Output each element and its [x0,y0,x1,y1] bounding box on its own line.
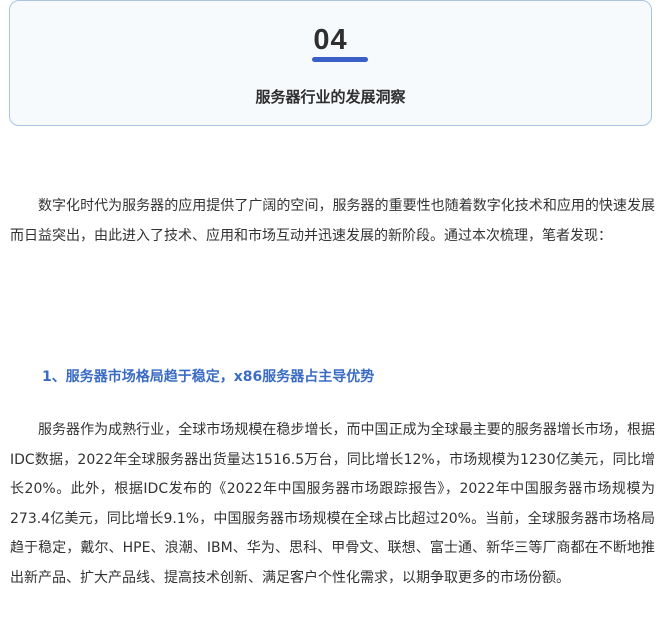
market-paragraph: 服务器作为成熟行业，全球市场规模在稳步增长，而中国正成为全球最主要的服务器增长市… [10,422,655,586]
section-header-card: 04 服务器行业的发展洞察 [9,0,652,126]
section-title: 服务器行业的发展洞察 [255,88,406,106]
intro-paragraph: 数字化时代为服务器的应用提供了广阔的空间，服务器的重要性也随着数字化技术和应用的… [10,198,655,244]
section-number-underline [312,57,368,62]
section-number: 04 [313,24,348,56]
subsection-heading: 1、服务器市场格局趋于稳定，x86服务器占主导优势 [42,369,375,385]
